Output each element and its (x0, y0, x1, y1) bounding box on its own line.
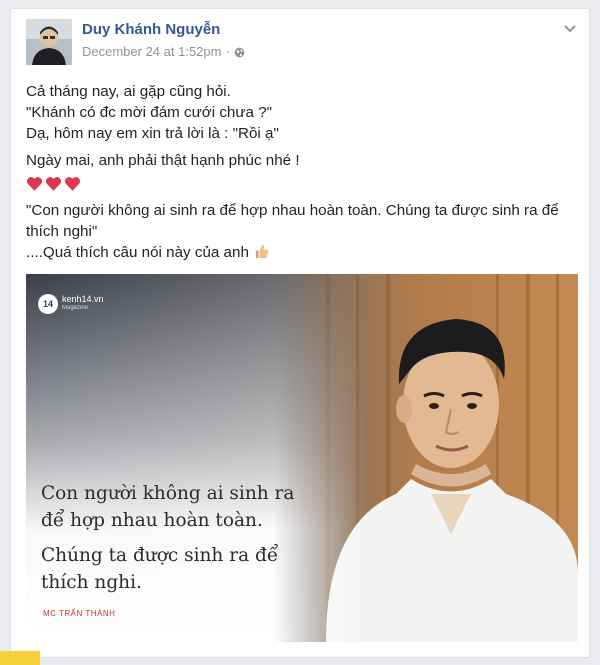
image-quote: Con người không ai sinh ra để hợp nhau h… (41, 480, 371, 596)
post-line: Cả tháng nay, ai gặp cũng hỏi. (26, 83, 231, 100)
avatar[interactable] (26, 19, 72, 65)
post-line: Dạ, hôm nay em xin trả lời là : "Rồi ạ" (26, 125, 279, 142)
post-line: ....Quá thích câu nói này của anh (26, 244, 249, 261)
shared-photo[interactable]: 14 kenh14.vn Magazine Con người không ai… (26, 274, 578, 642)
post-line: "Con người không ai sinh ra để hợp nhau … (26, 202, 559, 240)
post-line: "Khánh có đc mời đám cưới chưa ?" (26, 104, 273, 121)
post-card: Duy Khánh Nguyễn December 24 at 1:52pm ·… (10, 8, 590, 658)
quote-line: Chúng ta được sinh ra để (41, 545, 279, 566)
post-line-last: ....Quá thích câu nói này của anh (26, 242, 581, 263)
meta-separator: · (225, 44, 230, 59)
heart-emoji (26, 176, 43, 191)
post-text: Cả tháng nay, ai gặp cũng hỏi. "Khánh có… (26, 81, 581, 263)
quote-line: Con người không ai sinh ra (41, 483, 295, 504)
hearts-row (26, 173, 581, 194)
logo-text: kenh14.vn Magazine (62, 295, 104, 313)
logo-sub: Magazine (62, 305, 89, 311)
heart-emoji (64, 176, 81, 191)
thumbs-up-emoji (255, 244, 269, 259)
post-timestamp[interactable]: December 24 at 1:52pm (82, 44, 221, 59)
quote-line: thích nghi. (41, 572, 142, 593)
quote-line: để hợp nhau hoàn toàn. (41, 510, 263, 531)
post-meta: December 24 at 1:52pm · (82, 44, 245, 59)
kenh14-logo: 14 kenh14.vn Magazine (38, 294, 104, 314)
yellow-corner-marker (0, 651, 40, 665)
logo-name: kenh14.vn (62, 294, 104, 304)
chevron-down-icon[interactable] (563, 21, 577, 33)
author-name[interactable]: Duy Khánh Nguyễn (82, 21, 220, 38)
globe-icon[interactable] (234, 46, 245, 58)
post-line: Ngày mai, anh phải thật hạnh phúc nhé ! (26, 152, 300, 169)
logo-badge: 14 (38, 294, 58, 314)
heart-emoji (45, 176, 62, 191)
quote-credit: MC TRẤN THÀNH (43, 609, 116, 618)
